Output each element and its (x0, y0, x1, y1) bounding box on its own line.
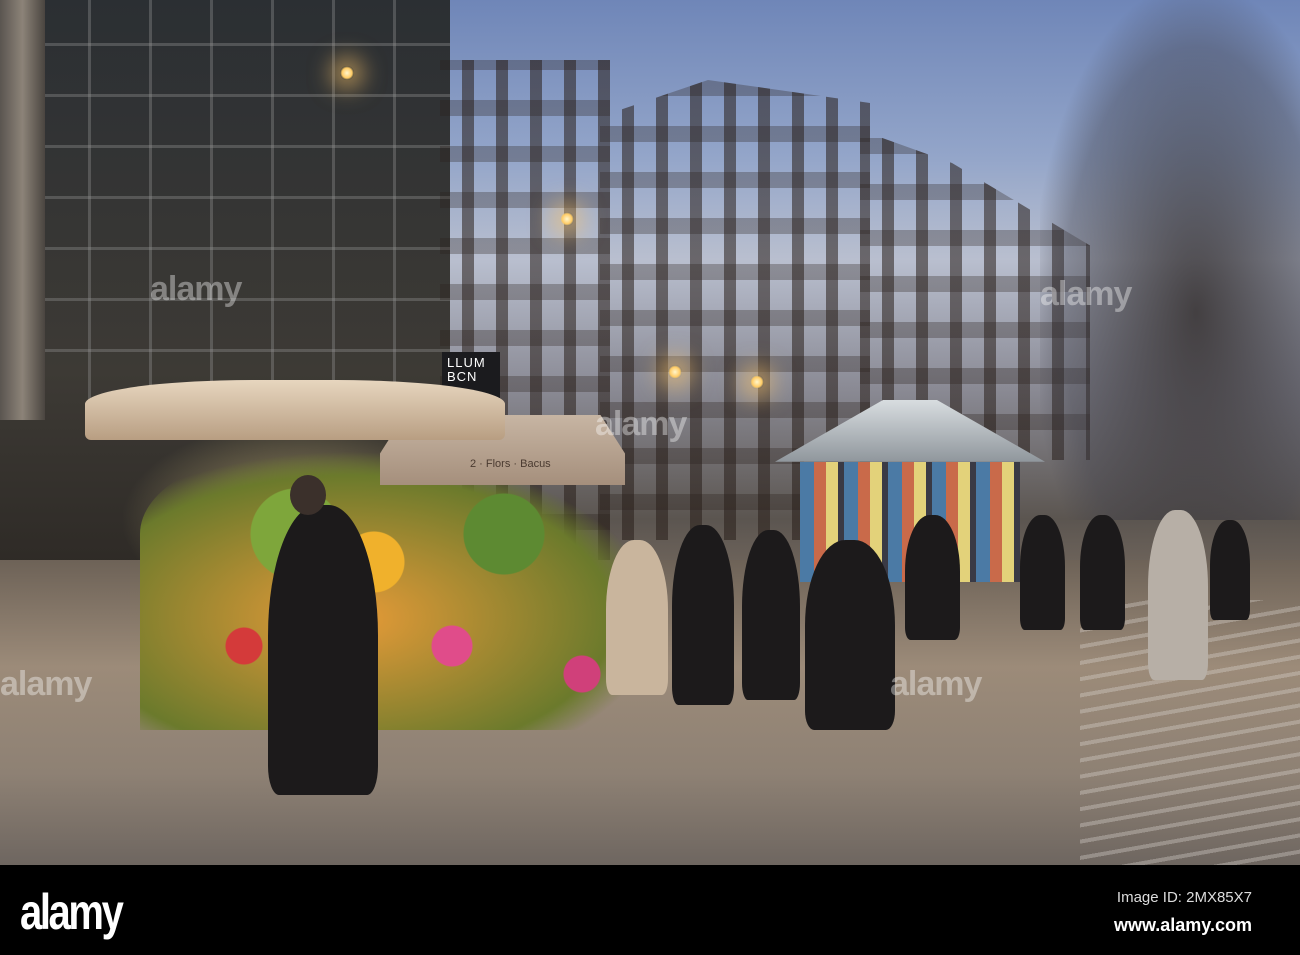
woman-beige-coat (606, 540, 668, 695)
scaffolding (30, 0, 450, 400)
man-walking (268, 505, 378, 795)
street-photo: LLUM BCN 2 · Flors · Bacus alamy alamy a… (0, 0, 1300, 865)
image-id: Image ID: 2MX85X7 (1116, 889, 1252, 906)
watermark: alamy (890, 665, 982, 703)
watermark: alamy (1040, 275, 1132, 313)
street-lamp (560, 212, 574, 226)
pedestrian (1210, 520, 1250, 620)
trees-right (1040, 0, 1300, 520)
person-head (290, 475, 326, 515)
awning-text: 2 · Flors · Bacus (470, 458, 551, 470)
watermark: alamy (595, 405, 687, 443)
watermark: alamy (0, 665, 92, 703)
watermark: alamy (150, 270, 242, 308)
man-suit (672, 525, 734, 705)
street-lamp (340, 66, 354, 80)
alamy-logo: alamy (20, 884, 124, 940)
sign-line-2: BCN (447, 369, 478, 384)
site-url[interactable]: www.alamy.com (1114, 915, 1252, 936)
tree-trunk (0, 0, 45, 420)
flower-stall (140, 450, 660, 730)
pedestrian (905, 515, 960, 640)
kiosk-roof (775, 400, 1045, 462)
woman-tote-bag (805, 540, 895, 730)
sign-line-1: LLUM (447, 355, 486, 370)
street-lamp (750, 375, 764, 389)
pedestrian (1020, 515, 1065, 630)
pedestrian (1080, 515, 1125, 630)
footer-bar: alamy Image ID: 2MX85X7 www.alamy.com (0, 865, 1300, 955)
man-grey-tracksuit (1148, 510, 1208, 680)
woman-black (742, 530, 800, 700)
street-lamp (668, 365, 682, 379)
stall-umbrella (85, 380, 505, 440)
